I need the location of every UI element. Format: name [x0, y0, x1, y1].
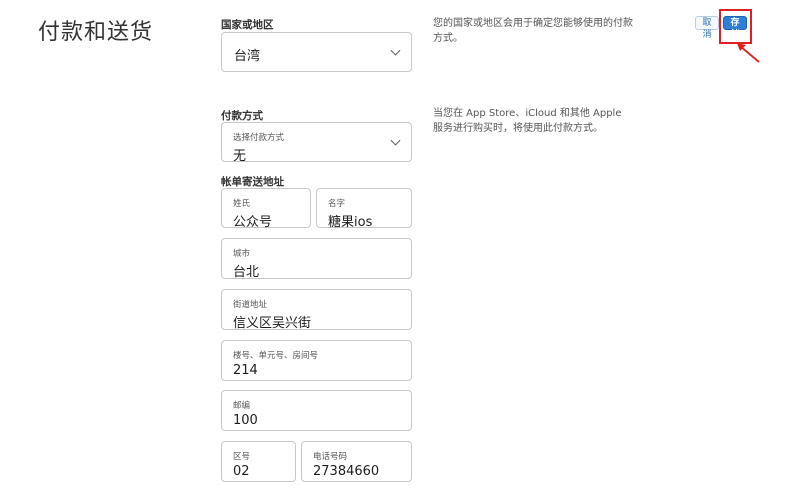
billing-section-label: 帐单寄送地址	[221, 176, 284, 188]
street-address-field[interactable]: 街道地址 信义区吴兴街	[221, 289, 412, 331]
cancel-button[interactable]: 取消	[695, 16, 719, 40]
payment-section-label: 付款方式	[221, 110, 263, 122]
country-section-label: 国家或地区	[221, 19, 274, 31]
street-address-label: 街道地址	[233, 300, 268, 310]
last-name-label: 姓氏	[233, 199, 251, 209]
payment-method-value: 无	[233, 149, 247, 164]
country-select[interactable]: 台湾	[221, 32, 412, 72]
annotation-highlight-box	[719, 9, 752, 44]
city-label: 城市	[233, 249, 251, 259]
area-code-value: 02	[233, 464, 250, 479]
last-name-field[interactable]: 姓氏 公众号	[221, 188, 311, 230]
payment-method-label: 选择付款方式	[233, 133, 285, 143]
country-help-text: 您的国家或地区会用于确定您能够使用的付款方式。	[433, 18, 633, 44]
area-code-label: 区号	[233, 452, 251, 462]
annotation-arrow-icon	[737, 43, 760, 63]
chevron-down-icon	[390, 135, 401, 146]
first-name-field[interactable]: 名字 糖果ios	[316, 188, 412, 230]
first-name-label: 名字	[328, 199, 346, 209]
phone-number-label: 电话号码	[313, 452, 348, 462]
first-name-value: 糖果ios	[328, 215, 373, 230]
postal-code-field[interactable]: 邮编 100	[221, 390, 412, 431]
city-field[interactable]: 城市 台北	[221, 238, 412, 280]
unit-number-field[interactable]: 楼号、单元号、房间号 214	[221, 340, 412, 381]
unit-number-label: 楼号、单元号、房间号	[233, 351, 319, 361]
phone-number-value: 27384660	[313, 464, 380, 479]
phone-number-field[interactable]: 电话号码 27384660	[301, 441, 412, 482]
payment-method-select[interactable]: 选择付款方式 无	[221, 122, 412, 164]
area-code-field[interactable]: 区号 02	[221, 441, 296, 482]
postal-code-label: 邮编	[233, 401, 251, 411]
page-title: 付款和送货	[38, 20, 154, 45]
chevron-down-icon	[390, 45, 401, 56]
country-select-value: 台湾	[234, 49, 261, 64]
city-value: 台北	[233, 265, 260, 280]
last-name-value: 公众号	[233, 215, 273, 230]
unit-number-value: 214	[233, 363, 258, 378]
postal-code-value: 100	[233, 413, 258, 428]
street-address-value: 信义区吴兴街	[233, 316, 312, 331]
payment-help-text: 当您在 App Store、iCloud 和其他 Apple 服务进行购买时，将…	[433, 108, 622, 134]
